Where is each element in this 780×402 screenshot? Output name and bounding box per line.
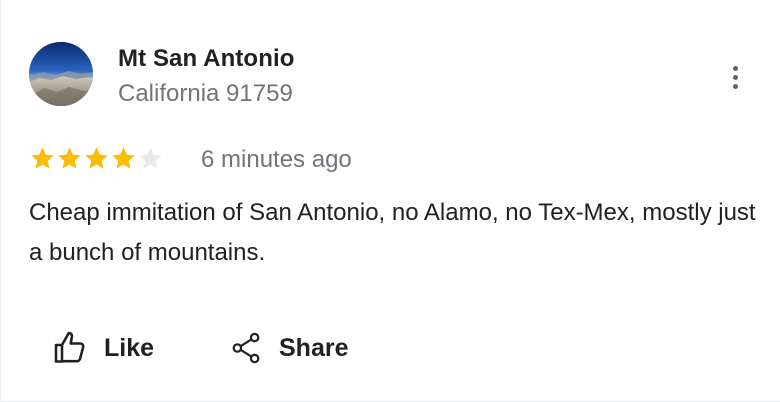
star-rating [29,145,164,173]
review-text: Cheap immitation of San Antonio, no Alam… [29,199,756,266]
mountain-photo-icon [29,42,93,106]
star-icon [85,147,108,169]
share-label: Share [279,333,349,362]
share-icon [232,332,260,364]
place-avatar[interactable] [29,42,93,106]
share-button[interactable]: Share [231,330,348,366]
like-label: Like [104,333,155,362]
review-card: Mt San Antonio California 91759 6 minute… [0,0,780,402]
star-icon [112,147,135,169]
more-options-button[interactable] [721,62,749,94]
thumb-up-icon [54,331,85,363]
like-button[interactable]: Like [53,330,154,366]
place-address: California 91759 [118,80,293,107]
star-icon [58,147,81,169]
star-outline-icon [139,147,162,169]
place-name[interactable]: Mt San Antonio [118,45,294,73]
star-icon [31,147,54,169]
review-timestamp: 6 minutes ago [201,146,352,173]
